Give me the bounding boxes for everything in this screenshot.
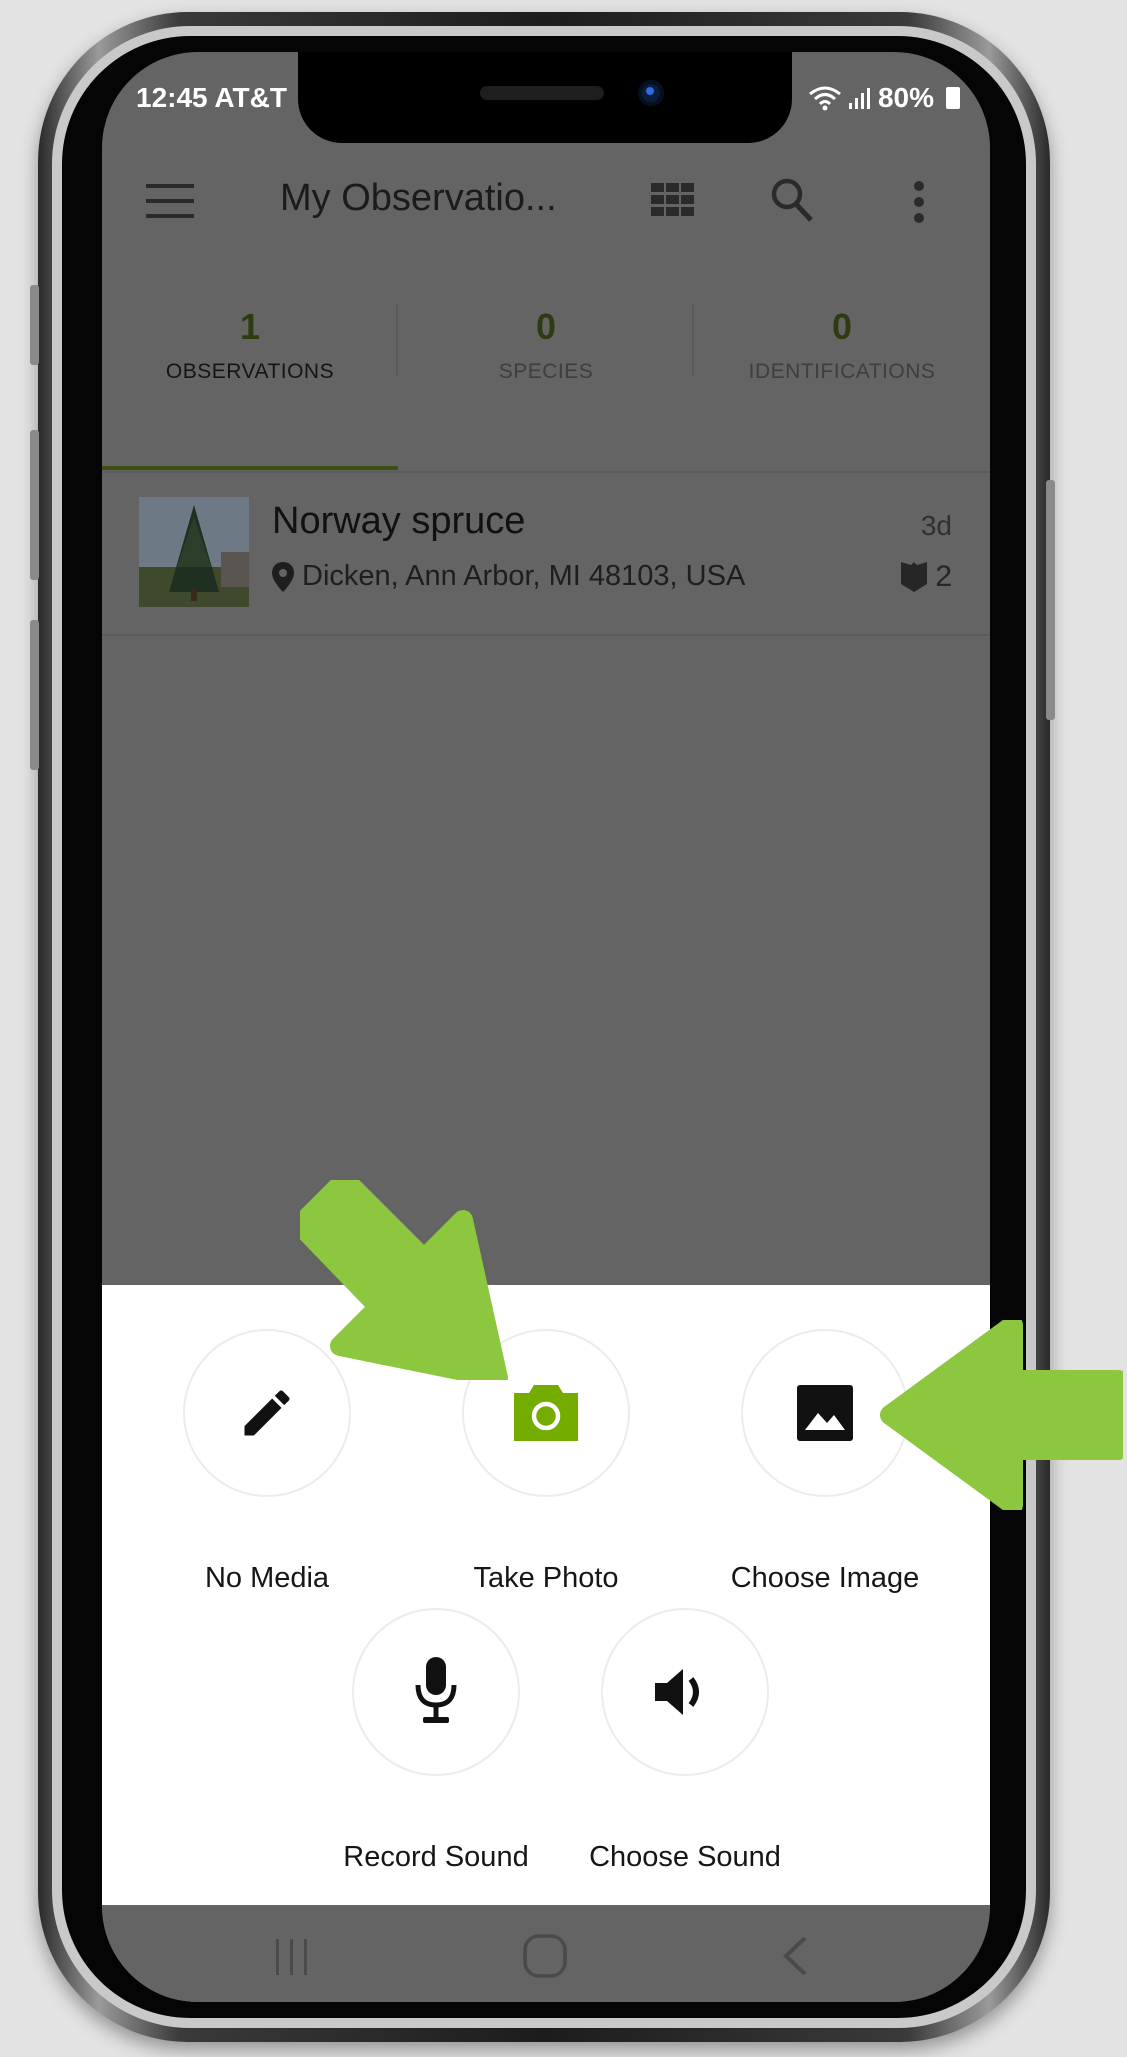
battery-icon (946, 87, 960, 109)
identification-count: 2 (901, 560, 952, 594)
observation-thumbnail (139, 497, 249, 607)
front-camera (638, 80, 664, 106)
tab-label: OBSERVATIONS (165, 360, 335, 383)
wifi-icon (809, 86, 841, 111)
location-pin-icon (272, 561, 294, 592)
camera-icon (514, 1385, 578, 1441)
signal-icon (848, 88, 870, 109)
tab-count: 0 (535, 306, 557, 347)
search-icon[interactable] (770, 177, 814, 223)
identification-count-text: 2 (935, 560, 952, 593)
annotation-arrow-take-photo (300, 1180, 508, 1380)
more-options-icon[interactable] (913, 181, 925, 225)
option-label: Choose Image (730, 1562, 920, 1594)
speaker-icon (655, 1669, 699, 1715)
side-button (30, 285, 39, 365)
option-label: No Media (204, 1562, 330, 1594)
home-icon[interactable] (522, 1933, 568, 1979)
option-label: Choose Sound (589, 1841, 781, 1873)
recent-apps-icon[interactable] (272, 1937, 312, 1977)
phone-screen: 12:45 AT&T 80% My Observatio... 1 OBSERV… (102, 52, 990, 2002)
observation-location: Dicken, Ann Arbor, MI 48103, USA (272, 560, 745, 593)
location-text: Dicken, Ann Arbor, MI 48103, USA (302, 560, 746, 592)
image-icon (797, 1385, 853, 1441)
tab-divider (692, 304, 694, 376)
system-nav-bar (102, 1905, 990, 2002)
observation-age: 3d (920, 510, 952, 541)
tab-count: 0 (831, 306, 853, 347)
tab-divider (396, 304, 398, 376)
identification-icon (901, 562, 928, 592)
microphone-icon (415, 1657, 457, 1723)
choose-sound-button[interactable] (601, 1608, 769, 1776)
status-icons: 80% (808, 82, 960, 114)
app-toolbar: My Observatio... (102, 147, 990, 243)
active-tab-indicator (102, 466, 398, 470)
observation-row[interactable]: Norway spruce Dicken, Ann Arbor, MI 4810… (102, 472, 990, 636)
tab-count: 1 (239, 306, 261, 347)
earpiece (480, 86, 604, 100)
battery-percent: 80% (877, 82, 934, 113)
back-icon[interactable] (780, 1935, 810, 1977)
option-label: Record Sound (343, 1841, 529, 1873)
menu-icon[interactable] (146, 183, 196, 219)
record-sound-option[interactable]: Record Sound (343, 1608, 529, 1874)
option-label: Take Photo (473, 1562, 619, 1594)
observation-name: Norway spruce (272, 500, 526, 542)
tab-observations[interactable]: 1 OBSERVATIONS (102, 300, 398, 424)
add-media-sheet: No Media Take Photo Choose Image Record … (102, 1285, 990, 1905)
side-button (30, 430, 39, 580)
tab-label: SPECIES (498, 360, 594, 383)
choose-sound-option[interactable]: Choose Sound (589, 1608, 781, 1874)
side-button (1046, 480, 1055, 720)
tab-identifications[interactable]: 0 IDENTIFICATIONS (694, 300, 990, 424)
camera-notch (298, 52, 792, 143)
tab-species[interactable]: 0 SPECIES (398, 300, 694, 424)
record-sound-button[interactable] (352, 1608, 520, 1776)
status-time: 12:45 AT&T (136, 82, 287, 113)
annotation-arrow-choose-image (880, 1320, 1123, 1510)
side-button (30, 620, 39, 770)
pencil-icon (244, 1390, 290, 1436)
tab-label: IDENTIFICATIONS (748, 360, 936, 383)
page-title: My Observatio... (280, 177, 557, 219)
grid-view-icon[interactable] (651, 183, 695, 217)
